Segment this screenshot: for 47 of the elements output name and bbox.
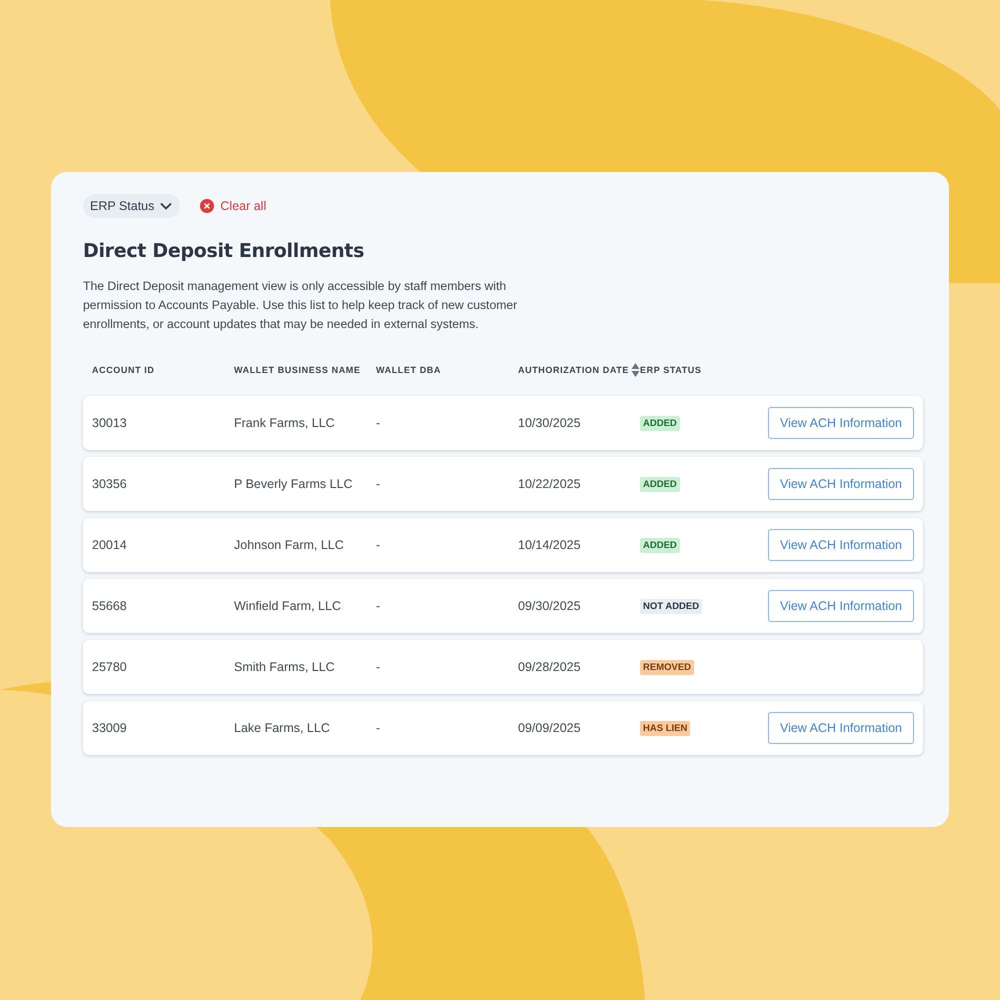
chevron-down-icon — [160, 202, 172, 210]
status-badge: REMOVED — [640, 660, 694, 674]
table-cell-text: 10/22/2025 — [518, 477, 582, 491]
table-cell-text: - — [376, 660, 382, 674]
view-ach-button[interactable]: View ACH Information — [768, 468, 914, 500]
table-cell-text: Johnson Farm, LLC — [234, 538, 345, 552]
column-header: ERP STATUS — [640, 365, 702, 375]
sort-icon[interactable] — [631, 363, 640, 377]
close-icon — [200, 199, 214, 213]
table-cell-text: 10/30/2025 — [518, 416, 582, 430]
table-cell-text: - — [376, 538, 382, 552]
table-cell-text: 09/30/2025 — [518, 599, 582, 613]
table-cell-text: 33009 — [92, 721, 128, 735]
view-ach-button[interactable]: View ACH Information — [768, 590, 914, 622]
table-cell-text: 25780 — [92, 660, 128, 674]
table-cell-text: - — [376, 721, 382, 735]
view-ach-button[interactable]: View ACH Information — [768, 407, 914, 439]
view-ach-button[interactable]: View ACH Information — [768, 529, 914, 561]
table-cell-text: 55668 — [92, 599, 128, 613]
table-cell-text: - — [376, 599, 382, 613]
column-header: WALLET DBA — [376, 365, 441, 375]
table-cell-text: Lake Farms, LLC — [234, 721, 331, 735]
view-ach-button[interactable]: View ACH Information — [768, 712, 914, 744]
table-cell-text: 30013 — [92, 416, 128, 430]
table-cell-text: 20014 — [92, 538, 128, 552]
column-header: ACCOUNT ID — [92, 365, 154, 375]
erp-status-dropdown[interactable]: ERP Status — [83, 194, 180, 218]
column-header: AUTHORIZATION DATE — [518, 365, 629, 375]
table-cell-text: P Beverly Farms LLC — [234, 477, 354, 491]
table-cell-text: - — [376, 477, 382, 491]
table-cell-text: 09/28/2025 — [518, 660, 582, 674]
table-cell-text: Winfield Farm, LLC — [234, 599, 342, 613]
column-header: WALLET BUSINESS NAME — [234, 365, 361, 375]
status-badge: ADDED — [640, 476, 680, 492]
status-badge: ADDED — [640, 538, 680, 552]
status-badge: NOT ADDED — [640, 598, 702, 614]
table-cell-text: 09/09/2025 — [518, 721, 582, 735]
status-badge: HAS LIEN — [640, 720, 690, 736]
table-cell-text: Smith Farms, LLC — [234, 660, 336, 674]
status-badge: ADDED — [640, 416, 680, 430]
table-cell-text: 30356 — [92, 477, 128, 491]
page-title: Direct Deposit Enrollments — [83, 240, 366, 262]
description: The Direct Deposit management view is only accessible by staff members with permission to Accounts Payable. Use this list to help keep track of new customer enrollments, or account updates that may be needed in external systems. — [83, 278, 518, 333]
table-cell-text: Frank Farms, LLC — [234, 416, 336, 430]
table-cell-text: 10/14/2025 — [518, 538, 582, 552]
clear-all-button[interactable]: Clear all — [200, 199, 266, 213]
table-cell-text: - — [376, 416, 382, 430]
